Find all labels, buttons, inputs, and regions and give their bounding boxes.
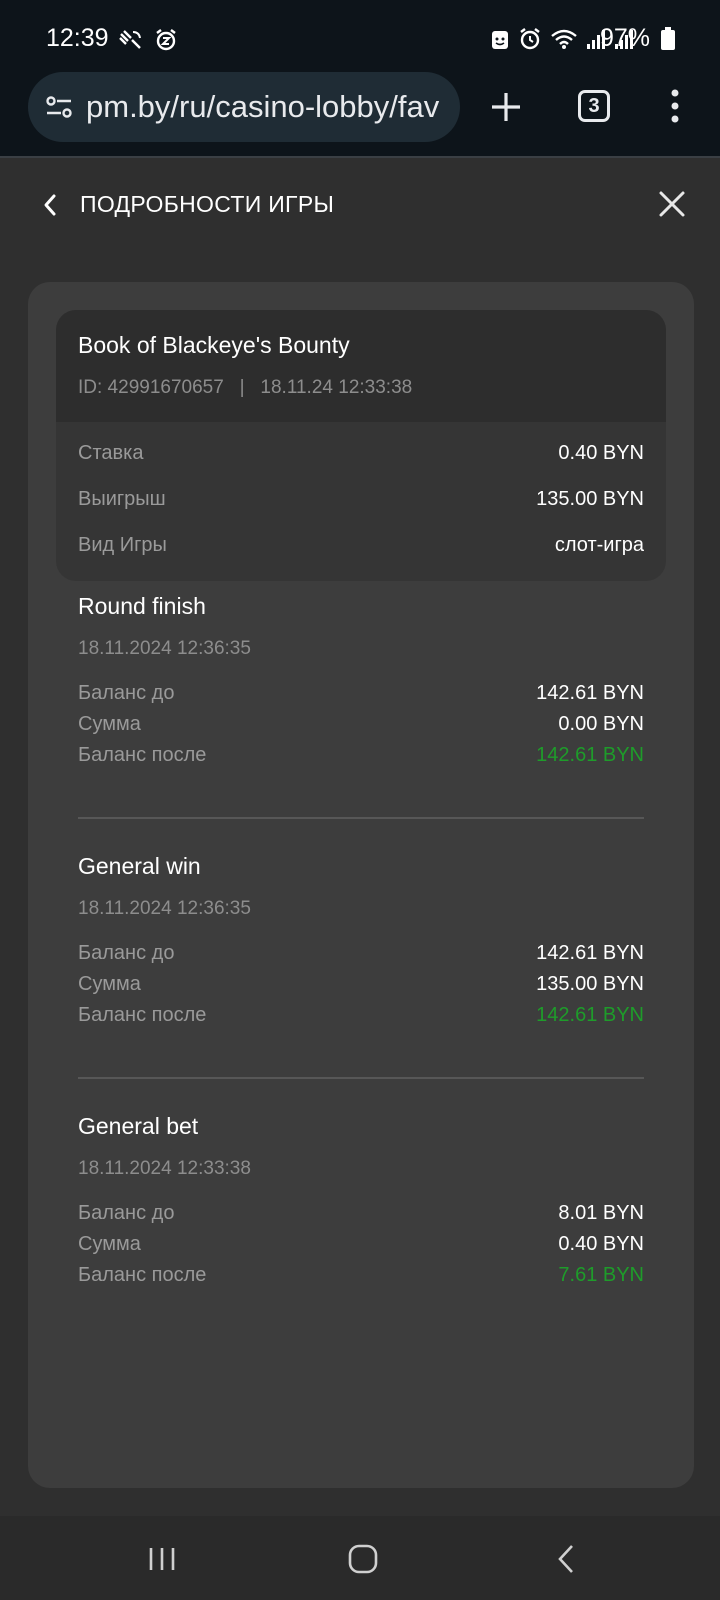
row-label: Вид Игры <box>78 534 167 556</box>
battery-percent: 97% <box>599 24 650 52</box>
amount-row: Сумма 0.40 BYN <box>78 1233 644 1264</box>
amount-row: Сумма 135.00 BYN <box>78 973 644 1004</box>
game-title: Book of Blackeye's Bounty <box>78 332 350 358</box>
transaction-date: 18.11.2024 12:36:35 <box>78 898 251 919</box>
transaction-general-bet: General bet 18.11.2024 12:33:38 Баланс д… <box>78 1113 644 1295</box>
balance-after-row: Баланс после 7.61 BYN <box>78 1264 644 1295</box>
status-time: 12:39 <box>46 24 109 52</box>
win-row: Выигрыш 135.00 BYN <box>56 488 666 534</box>
satellite-icon <box>119 30 141 49</box>
row-value: 135.00 BYN <box>536 488 644 510</box>
transaction-title: General bet <box>78 1113 199 1139</box>
tab-switcher-button[interactable]: 3 <box>578 90 610 122</box>
transaction-date: 18.11.2024 12:33:38 <box>78 1158 251 1179</box>
row-value: 0.40 BYN <box>558 1233 644 1255</box>
row-value: 8.01 BYN <box>558 1202 644 1224</box>
transaction-round-finish: Round finish 18.11.2024 12:36:35 Баланс … <box>78 593 644 775</box>
wifi-icon <box>551 29 577 49</box>
game-type-row: Вид Игры слот-игра <box>56 534 666 580</box>
balance-after-row: Баланс после 142.61 BYN <box>78 1004 644 1035</box>
balance-before-row: Баланс до 8.01 BYN <box>78 1202 644 1233</box>
game-id: ID: 42991670657 <box>78 377 224 398</box>
row-label: Баланс после <box>78 744 207 766</box>
row-value: 0.40 BYN <box>558 442 644 464</box>
alarm-icon <box>520 28 540 50</box>
system-nav-bar <box>0 1516 720 1600</box>
lock-face-icon <box>492 31 508 49</box>
row-label: Баланс после <box>78 1264 207 1286</box>
amount-row: Сумма 0.00 BYN <box>78 713 644 744</box>
row-label: Выигрыш <box>78 488 166 510</box>
bet-row: Ставка 0.40 BYN <box>56 442 666 488</box>
close-icon[interactable] <box>656 188 688 220</box>
divider <box>78 1077 644 1079</box>
page-header: ПОДРОБНОСТИ ИГРЫ <box>0 160 720 250</box>
row-value: 7.61 BYN <box>558 1264 644 1286</box>
row-label: Баланс до <box>78 682 175 704</box>
game-datetime: 18.11.24 12:33:38 <box>260 377 413 398</box>
row-value: 0.00 BYN <box>558 713 644 735</box>
more-menu-icon[interactable] <box>670 88 680 124</box>
row-label: Баланс до <box>78 1202 175 1224</box>
browser-toolbar: pm.by/ru/casino-lobby/fav 3 <box>0 70 720 158</box>
status-bar: 12:39 97% <box>0 0 720 70</box>
row-value: слот-игра <box>554 534 644 556</box>
row-label: Баланс до <box>78 942 175 964</box>
row-label: Сумма <box>78 1233 141 1255</box>
balance-after-row: Баланс после 142.61 BYN <box>78 744 644 775</box>
alarm-snooze-icon <box>156 29 176 51</box>
game-summary-card: Book of Blackeye's Bounty ID: 4299167065… <box>56 310 666 581</box>
address-bar[interactable]: pm.by/ru/casino-lobby/fav <box>28 72 460 142</box>
back-arrow-icon[interactable] <box>38 190 60 220</box>
new-tab-button[interactable] <box>489 90 523 124</box>
balance-before-row: Баланс до 142.61 BYN <box>78 682 644 713</box>
transaction-title: Round finish <box>78 593 206 619</box>
url-text: pm.by/ru/casino-lobby/fav <box>86 89 440 124</box>
row-label: Сумма <box>78 713 141 735</box>
row-value: 135.00 BYN <box>536 973 644 995</box>
row-label: Сумма <box>78 973 141 995</box>
row-value: 142.61 BYN <box>536 942 644 964</box>
battery-icon <box>661 27 675 50</box>
row-label: Баланс после <box>78 1004 207 1026</box>
transaction-general-win: General win 18.11.2024 12:36:35 Баланс д… <box>78 853 644 1035</box>
transaction-title: General win <box>78 853 201 879</box>
game-meta: ID: 42991670657 | 18.11.24 12:33:38 <box>78 377 644 399</box>
balance-before-row: Баланс до 142.61 BYN <box>78 942 644 973</box>
site-settings-icon[interactable] <box>44 92 74 122</box>
row-value: 142.61 BYN <box>536 744 644 766</box>
row-value: 142.61 BYN <box>536 682 644 704</box>
meta-separator: | <box>239 377 245 398</box>
row-value: 142.61 BYN <box>536 1004 644 1026</box>
divider <box>78 817 644 819</box>
page-title: ПОДРОБНОСТИ ИГРЫ <box>80 191 335 217</box>
transaction-date: 18.11.2024 12:36:35 <box>78 638 251 659</box>
nav-back-icon[interactable] <box>556 1544 576 1574</box>
row-label: Ставка <box>78 442 144 464</box>
home-icon[interactable] <box>348 1544 378 1574</box>
recent-apps-icon[interactable] <box>148 1546 176 1572</box>
tab-count: 3 <box>588 94 600 117</box>
